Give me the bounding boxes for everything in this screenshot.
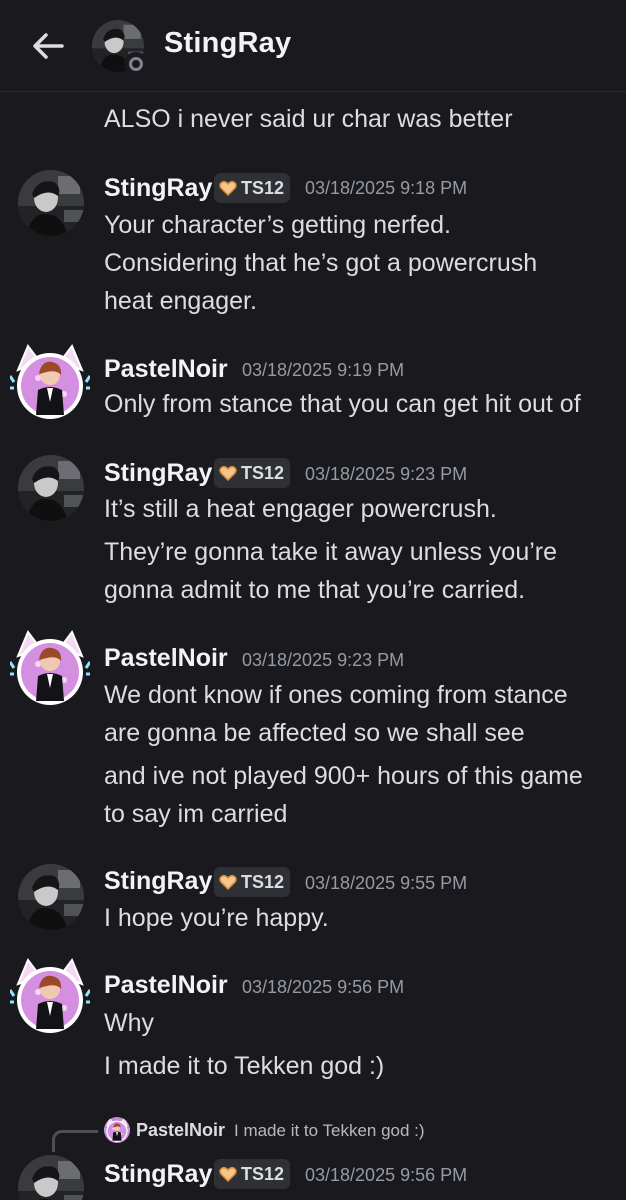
- message-text: gonna admit to me that you’re carried.: [104, 576, 526, 604]
- avatar[interactable]: [18, 864, 84, 930]
- guild-tag[interactable]: TS12: [214, 1159, 291, 1189]
- message-text: heat engager.: [104, 287, 257, 315]
- avatar[interactable]: [18, 170, 84, 236]
- guild-tag[interactable]: TS12: [214, 458, 291, 488]
- avatar[interactable]: [8, 342, 92, 422]
- timestamp: 03/18/2025 9:18 PM: [305, 178, 468, 198]
- author-name[interactable]: StingRay: [104, 174, 212, 203]
- status-offline-icon: [124, 52, 148, 76]
- author-name[interactable]: StingRay: [104, 867, 212, 896]
- avatar[interactable]: [8, 628, 92, 708]
- author-name[interactable]: PastelNoir: [104, 644, 228, 673]
- message-text: Considering that he’s got a powercrush: [104, 249, 538, 277]
- message-text: ALSO i never said ur char was better: [104, 105, 513, 133]
- message-text: Why: [104, 1009, 154, 1037]
- heart-badge-icon: [219, 874, 237, 890]
- chat-header: StingRay: [0, 0, 626, 92]
- avatar[interactable]: [18, 455, 84, 521]
- timestamp: 03/18/2025 9:56 PM: [242, 977, 405, 997]
- reply-connector: [52, 1130, 98, 1152]
- timestamp: 03/18/2025 9:23 PM: [242, 650, 405, 670]
- timestamp: 03/18/2025 9:56 PM: [305, 1165, 468, 1185]
- message-text: I made it to Tekken god :): [104, 1052, 385, 1080]
- channel-title[interactable]: StingRay: [164, 27, 291, 60]
- avatar[interactable]: [8, 956, 92, 1036]
- message-text: They’re gonna take it away unless you’re: [104, 538, 558, 566]
- reply-avatar: [104, 1117, 130, 1143]
- guild-tag-label: TS12: [241, 462, 285, 483]
- message-text: Your character’s getting nerfed.: [104, 211, 451, 239]
- timestamp: 03/18/2025 9:19 PM: [242, 360, 405, 380]
- message-text: and ive not played 900+ hours of this ga…: [104, 762, 583, 790]
- guild-tag[interactable]: TS12: [214, 173, 291, 203]
- message-text: We dont know if ones coming from stance: [104, 681, 568, 709]
- message-text: Only from stance that you can get hit ou…: [104, 390, 581, 418]
- guild-tag-label: TS12: [241, 871, 285, 892]
- author-name[interactable]: StingRay: [104, 1160, 212, 1189]
- author-name[interactable]: StingRay: [104, 459, 212, 488]
- heart-badge-icon: [219, 180, 237, 196]
- author-name[interactable]: PastelNoir: [104, 355, 228, 384]
- reply-author[interactable]: PastelNoir: [136, 1120, 225, 1141]
- heart-badge-icon: [219, 1166, 237, 1182]
- timestamp: 03/18/2025 9:55 PM: [305, 873, 468, 893]
- guild-tag-label: TS12: [241, 177, 285, 198]
- back-button[interactable]: [28, 28, 68, 64]
- message-text: to say im carried: [104, 800, 288, 828]
- arrow-left-icon: [33, 33, 64, 59]
- heart-badge-icon: [219, 465, 237, 481]
- guild-tag[interactable]: TS12: [214, 867, 291, 897]
- timestamp: 03/18/2025 9:23 PM: [305, 464, 468, 484]
- reply-preview[interactable]: I made it to Tekken god :): [234, 1121, 425, 1141]
- guild-tag-label: TS12: [241, 1163, 285, 1184]
- message-text: I hope you’re happy.: [104, 904, 329, 932]
- message-text: It’s still a heat engager powercrush.: [104, 495, 497, 523]
- avatar[interactable]: [18, 1155, 84, 1200]
- author-name[interactable]: PastelNoir: [104, 971, 228, 1000]
- message-text: are gonna be affected so we shall see: [104, 719, 525, 747]
